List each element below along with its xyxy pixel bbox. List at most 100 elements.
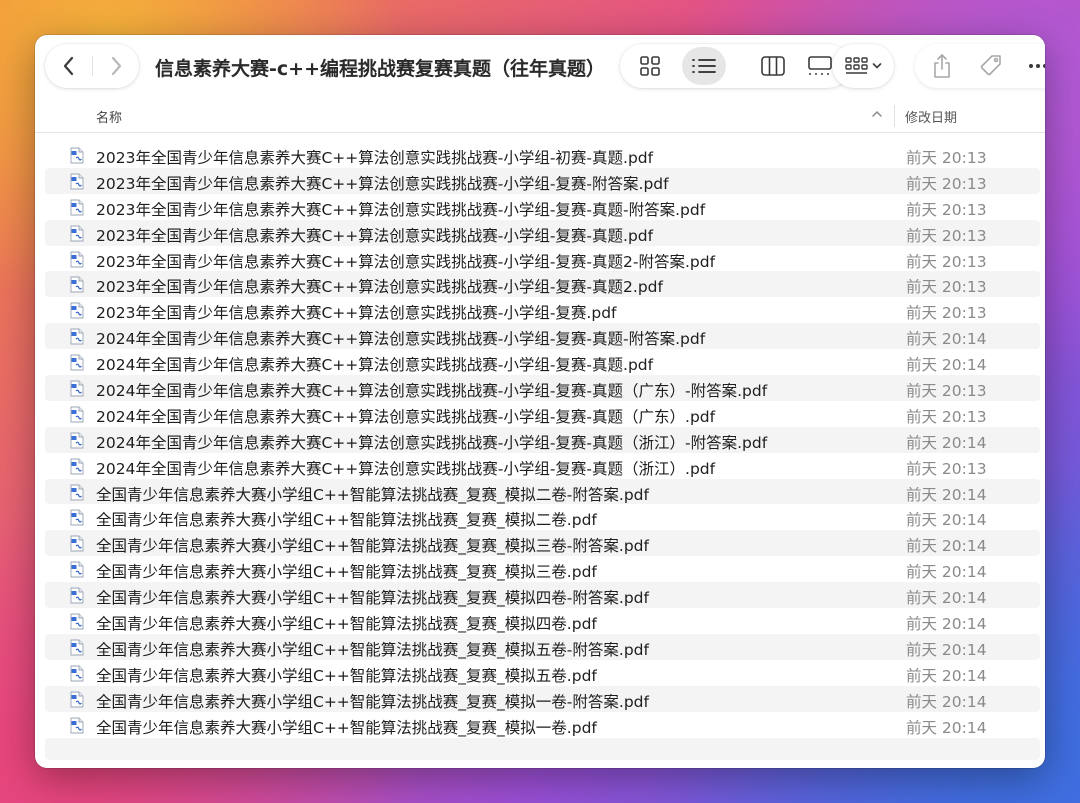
file-row[interactable]: 2024年全国青少年信息素养大赛C++算法创意实践挑战赛-小学组-复赛-真题（广… [45,401,1040,427]
file-row[interactable]: 全国青少年信息素养大赛小学组C++智能算法挑战赛_复赛_模拟一卷-附答案.pdf… [45,685,1040,712]
file-row[interactable]: 全国青少年信息素养大赛小学组C++智能算法挑战赛_复赛_模拟二卷-附答案.pdf… [45,478,1040,505]
pdf-file-icon [69,717,85,734]
finder-window: 信息素养大赛-c++编程挑战赛复赛真题（往年真题） 名称 修改日期 2023年全… [35,35,1045,768]
file-modified-date: 前天 20:13 [906,149,987,167]
file-modified-date: 前天 20:14 [906,330,987,349]
pdf-file-icon [69,639,85,656]
file-row[interactable]: 2024年全国青少年信息素养大赛C++算法创意实践挑战赛-小学组-复赛-真题.p… [45,349,1040,375]
file-name: 2024年全国青少年信息素养大赛C++算法创意实践挑战赛-小学组-复赛-真题.p… [96,356,654,375]
tag-icon [980,55,1001,76]
file-name: 2023年全国青少年信息素养大赛C++算法创意实践挑战赛-小学组-复赛-真题-附… [96,200,706,219]
file-modified-date: 前天 20:13 [906,226,987,245]
file-modified-date: 前天 20:14 [906,511,987,530]
file-name: 全国青少年信息素养大赛小学组C++智能算法挑战赛_复赛_模拟五卷.pdf [96,666,597,685]
file-row[interactable]: 全国青少年信息素养大赛小学组C++智能算法挑战赛_复赛_模拟五卷-附答案.pdf… [45,633,1040,660]
icon-view-button[interactable] [628,47,672,85]
file-row[interactable]: 2023年全国青少年信息素养大赛C++算法创意实践挑战赛-小学组-复赛-真题.p… [45,219,1040,246]
chevron-left-icon [63,56,73,76]
list-view-button[interactable] [682,47,726,85]
group-by-icon [844,57,868,74]
sort-chevron-up-icon[interactable] [871,108,883,123]
file-row[interactable]: 2024年全国青少年信息素养大赛C++算法创意实践挑战赛-小学组-复赛-真题（浙… [45,426,1040,453]
file-name: 全国青少年信息素养大赛小学组C++智能算法挑战赛_复赛_模拟五卷-附答案.pdf [96,640,649,659]
pdf-file-icon [69,535,85,552]
tag-button[interactable] [971,48,1011,84]
back-button[interactable] [49,46,89,86]
file-row[interactable]: 2023年全国青少年信息素养大赛C++算法创意实践挑战赛-小学组-复赛.pdf 前… [45,297,1040,323]
pdf-file-icon [69,173,85,190]
empty-row [45,738,1040,760]
share-button[interactable] [922,48,962,84]
column-view-button[interactable] [751,47,795,85]
column-divider[interactable] [894,105,895,127]
toolbar: 信息素养大赛-c++编程挑战赛复赛真题（往年真题） [35,35,1045,97]
file-name: 2024年全国青少年信息素养大赛C++算法创意实践挑战赛-小学组-复赛-真题（广… [96,407,716,426]
chevron-right-icon [111,56,121,76]
file-modified-date: 前天 20:14 [906,640,987,659]
grid-view-icon [640,56,660,76]
file-name: 全国青少年信息素养大赛小学组C++智能算法挑战赛_复赛_模拟三卷.pdf [96,563,597,582]
pdf-file-icon [69,302,85,319]
file-row[interactable]: 全国青少年信息素养大赛小学组C++智能算法挑战赛_复赛_模拟三卷-附答案.pdf… [45,530,1040,557]
file-row[interactable]: 全国青少年信息素养大赛小学组C++智能算法挑战赛_复赛_模拟四卷.pdf 前天 2… [45,608,1040,634]
file-name: 全国青少年信息素养大赛小学组C++智能算法挑战赛_复赛_模拟三卷-附答案.pdf [96,537,649,556]
pdf-file-icon [69,509,85,526]
pdf-file-icon [69,380,85,397]
more-icon [1029,64,1045,68]
column-view-icon [761,56,785,76]
file-row[interactable]: 2023年全国青少年信息素养大赛C++算法创意实践挑战赛-小学组-初赛-真题.p… [45,142,1040,168]
pdf-file-icon [69,484,85,501]
date-column-header[interactable]: 修改日期 [905,107,957,126]
file-row[interactable]: 全国青少年信息素养大赛小学组C++智能算法挑战赛_复赛_模拟三卷.pdf 前天 2… [45,556,1040,582]
file-modified-date: 前天 20:14 [906,485,987,504]
view-switcher [620,44,850,88]
file-name: 全国青少年信息素养大赛小学组C++智能算法挑战赛_复赛_模拟四卷.pdf [96,615,597,634]
file-modified-date: 前天 20:14 [906,563,987,582]
forward-button[interactable] [96,46,136,86]
file-row[interactable]: 全国青少年信息素养大赛小学组C++智能算法挑战赛_复赛_模拟二卷.pdf 前天 2… [45,504,1040,530]
pdf-file-icon [69,561,85,578]
pdf-file-icon [69,225,85,242]
file-row[interactable]: 2024年全国青少年信息素养大赛C++算法创意实践挑战赛-小学组-复赛-真题（浙… [45,453,1040,479]
navigation-group [45,44,139,88]
file-modified-date: 前天 20:14 [906,433,987,452]
file-row[interactable]: 全国青少年信息素养大赛小学组C++智能算法挑战赛_复赛_模拟一卷.pdf 前天 2… [45,712,1040,738]
file-row[interactable]: 2023年全国青少年信息素养大赛C++算法创意实践挑战赛-小学组-复赛-真题2-… [45,246,1040,272]
file-modified-date: 前天 20:13 [906,304,987,323]
pdf-file-icon [69,147,85,164]
file-name: 全国青少年信息素养大赛小学组C++智能算法挑战赛_复赛_模拟二卷-附答案.pdf [96,485,649,504]
share-icon [934,54,950,78]
file-name: 2024年全国青少年信息素养大赛C++算法创意实践挑战赛-小学组-复赛-真题（广… [96,382,768,401]
file-name: 2023年全国青少年信息素养大赛C++算法创意实践挑战赛-小学组-复赛-真题2-… [96,252,716,271]
list-view-icon [692,59,716,73]
file-row[interactable]: 2024年全国青少年信息素养大赛C++算法创意实践挑战赛-小学组-复赛-真题（广… [45,375,1040,401]
file-name: 2023年全国青少年信息素养大赛C++算法创意实践挑战赛-小学组-复赛-附答案.… [96,174,669,193]
file-modified-date: 前天 20:14 [906,537,987,556]
pdf-file-icon [69,613,85,630]
file-row[interactable]: 全国青少年信息素养大赛小学组C++智能算法挑战赛_复赛_模拟四卷-附答案.pdf… [45,582,1040,609]
pdf-file-icon [69,587,85,604]
file-row[interactable]: 全国青少年信息素养大赛小学组C++智能算法挑战赛_复赛_模拟五卷.pdf 前天 2… [45,660,1040,686]
file-name: 2024年全国青少年信息素养大赛C++算法创意实践挑战赛-小学组-复赛-真题-附… [96,330,706,349]
file-modified-date: 前天 20:13 [906,459,987,478]
action-toolbar [915,44,1045,88]
pdf-file-icon [69,432,85,449]
file-row[interactable]: 2023年全国青少年信息素养大赛C++算法创意实践挑战赛-小学组-复赛-附答案.… [45,167,1040,194]
file-modified-date: 前天 20:13 [906,382,987,401]
file-modified-date: 前天 20:13 [906,278,987,297]
more-button[interactable] [1018,48,1045,84]
file-modified-date: 前天 20:14 [906,615,987,634]
file-row[interactable]: 2023年全国青少年信息素养大赛C++算法创意实践挑战赛-小学组-复赛-真题2.… [45,271,1040,298]
file-row[interactable]: 2024年全国青少年信息素养大赛C++算法创意实践挑战赛-小学组-复赛-真题-附… [45,323,1040,350]
name-column-header[interactable]: 名称 [96,107,122,126]
pdf-file-icon [69,691,85,708]
file-row[interactable]: 2023年全国青少年信息素养大赛C++算法创意实践挑战赛-小学组-复赛-真题-附… [45,194,1040,220]
group-by-button[interactable] [832,44,894,88]
file-name: 全国青少年信息素养大赛小学组C++智能算法挑战赛_复赛_模拟一卷-附答案.pdf [96,692,649,711]
file-modified-date: 前天 20:14 [906,356,987,375]
file-name: 2023年全国青少年信息素养大赛C++算法创意实践挑战赛-小学组-初赛-真题.p… [96,149,654,167]
pdf-file-icon [69,665,85,682]
file-name: 2023年全国青少年信息素养大赛C++算法创意实践挑战赛-小学组-复赛-真题.p… [96,226,654,245]
pdf-file-icon [69,199,85,216]
gallery-view-icon [808,56,832,75]
